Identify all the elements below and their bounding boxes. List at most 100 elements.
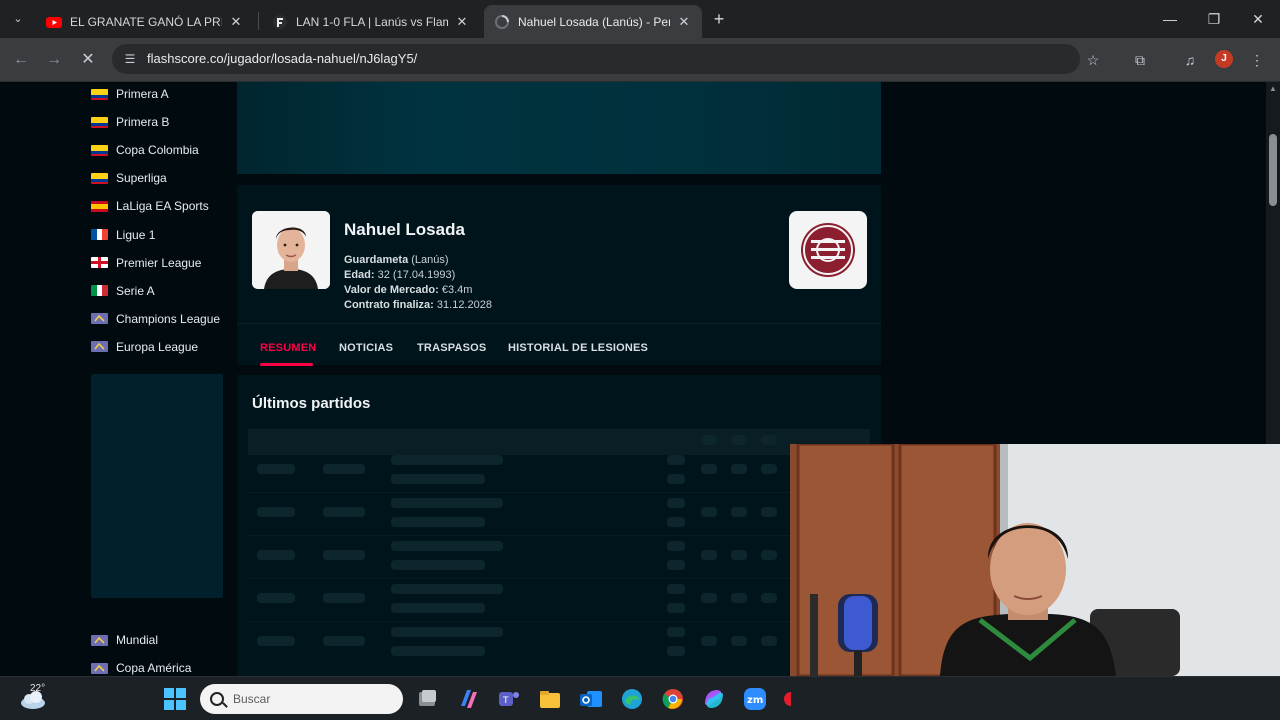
- teams-icon[interactable]: T: [496, 686, 522, 712]
- sidebar-item-primera-a[interactable]: Primera A: [91, 83, 169, 105]
- microsoft-365-icon[interactable]: [701, 686, 727, 712]
- extensions-icon[interactable]: ⧉: [1129, 49, 1151, 71]
- browser-menu-icon[interactable]: ⋮: [1246, 49, 1268, 71]
- skeleton-placeholder: [667, 541, 685, 551]
- browser-tab-player[interactable]: Nahuel Losada (Lanús) - Perfil d ✕: [484, 5, 702, 38]
- scroll-up-arrow-icon[interactable]: ▲: [1269, 84, 1277, 93]
- club-logo[interactable]: [789, 211, 867, 289]
- zoom-icon[interactable]: zm: [742, 686, 768, 712]
- tabs-divider: [237, 323, 881, 324]
- url-text[interactable]: flashscore.co/jugador/losada-nahuel/nJ6l…: [147, 51, 417, 66]
- sidebar-item-copa-colombia[interactable]: Copa Colombia: [91, 139, 199, 161]
- taskbar-search-box[interactable]: Buscar: [200, 684, 403, 714]
- active-tab-underline: [260, 363, 313, 366]
- sidebar-item-label: Europa League: [116, 339, 199, 354]
- outlook-icon[interactable]: [578, 686, 604, 712]
- sidebar-item-label: Mundial: [116, 633, 159, 647]
- tab-traspasos[interactable]: TRASPASOS: [417, 342, 486, 354]
- close-window-icon[interactable]: ✕: [1236, 0, 1280, 38]
- loading-icon: [495, 14, 509, 29]
- minimize-icon[interactable]: —: [1148, 0, 1192, 38]
- forward-icon[interactable]: →: [42, 48, 66, 72]
- sidebar-item-label: LaLiga EA Sports: [116, 199, 209, 214]
- skeleton-placeholder: [391, 560, 485, 570]
- browser-tab-youtube[interactable]: EL GRANATE GANÓ LA PRIMER ✕: [36, 5, 254, 38]
- tab-divider: [258, 12, 259, 30]
- skeleton-placeholder: [323, 464, 365, 474]
- skeleton-placeholder: [731, 593, 747, 603]
- sidebar-item-copa-am-rica[interactable]: Copa América: [91, 657, 191, 676]
- task-view-icon[interactable]: [414, 686, 440, 712]
- restore-icon[interactable]: ❐: [1192, 0, 1236, 38]
- skeleton-placeholder: [667, 455, 685, 465]
- tab-historial-lesiones[interactable]: HISTORIAL DE LESIONES: [508, 342, 648, 354]
- sidebar-item-primera-b[interactable]: Primera B: [91, 111, 169, 133]
- player-header-card: Nahuel Losada Guardameta (Lanús) Edad: 3…: [237, 185, 881, 366]
- skeleton-placeholder: [701, 464, 717, 474]
- profile-avatar[interactable]: J: [1215, 50, 1233, 68]
- sidebar-item-label: Ligue 1: [116, 227, 156, 242]
- row-divider: [248, 621, 870, 622]
- svg-text:T: T: [502, 696, 509, 706]
- copilot-icon[interactable]: [455, 686, 481, 712]
- sidebar-item-serie-a[interactable]: Serie A: [91, 280, 155, 302]
- address-bar[interactable]: ☰ flashscore.co/jugador/losada-nahuel/nJ…: [112, 44, 1080, 74]
- sidebar-item-label: Premier League: [116, 255, 202, 270]
- world-flag-icon: [91, 662, 108, 674]
- skeleton-placeholder: [731, 550, 747, 560]
- sidebar-item-superliga[interactable]: Superliga: [91, 167, 167, 189]
- england-flag-icon: [91, 257, 108, 269]
- skeleton-header-cell: [761, 435, 777, 445]
- tab-search-menu-icon[interactable]: ⌄: [6, 7, 30, 31]
- skeleton-placeholder: [701, 593, 717, 603]
- scrollbar-thumb[interactable]: [1269, 134, 1277, 206]
- browser-toolbar: ← → ✕ ☰ flashscore.co/jugador/losada-nah…: [0, 38, 1280, 82]
- new-tab-icon[interactable]: +: [708, 8, 730, 30]
- webcam-overlay: [790, 444, 1280, 676]
- player-age: Edad: 32 (17.04.1993): [344, 269, 455, 281]
- close-tab-icon[interactable]: ✕: [454, 14, 470, 30]
- age-value: 32 (17.04.1993): [377, 269, 456, 281]
- chrome-icon[interactable]: [660, 686, 686, 712]
- colombia-flag-icon: [91, 144, 108, 156]
- sidebar-item-premier-league[interactable]: Premier League: [91, 252, 201, 274]
- skeleton-placeholder: [323, 636, 365, 646]
- colombia-flag-icon: [91, 88, 108, 100]
- file-explorer-icon[interactable]: [537, 686, 563, 712]
- weather-temperature: 22°: [30, 683, 46, 694]
- position-label: Guardameta: [344, 254, 409, 266]
- player-contract: Contrato finaliza: 31.12.2028: [344, 299, 492, 311]
- partial-app-icon[interactable]: [783, 686, 791, 712]
- close-tab-icon[interactable]: ✕: [676, 14, 692, 30]
- skeleton-placeholder: [761, 636, 777, 646]
- skeleton-placeholder: [667, 603, 685, 613]
- player-position: Guardameta (Lanús): [344, 254, 449, 266]
- tab-noticias[interactable]: NOTICIAS: [339, 342, 393, 354]
- spain-flag-icon: [91, 200, 108, 212]
- skeleton-header-cell: [701, 435, 717, 445]
- player-club[interactable]: (Lanús): [411, 254, 448, 266]
- sidebar-item-europa-league[interactable]: Europa League: [91, 336, 198, 358]
- browser-tab-bar: ⌄ EL GRANATE GANÓ LA PRIMER ✕ LAN 1-0 FL…: [0, 0, 1280, 38]
- sidebar-item-mundial[interactable]: Mundial: [91, 629, 158, 651]
- bookmark-star-icon[interactable]: ☆: [1082, 49, 1104, 71]
- start-windows-icon[interactable]: [162, 686, 188, 712]
- skeleton-placeholder: [701, 636, 717, 646]
- edge-icon[interactable]: [619, 686, 645, 712]
- sidebar-item-ligue-1[interactable]: Ligue 1: [91, 224, 155, 246]
- skeleton-placeholder: [257, 507, 295, 517]
- world-flag-icon: [91, 634, 108, 646]
- back-icon[interactable]: ←: [9, 48, 33, 72]
- site-info-icon[interactable]: ☰: [122, 51, 138, 67]
- skeleton-placeholder: [761, 507, 777, 517]
- contract-value: 31.12.2028: [436, 299, 492, 311]
- close-tab-icon[interactable]: ✕: [228, 14, 244, 30]
- row-divider: [248, 578, 870, 579]
- browser-tab-match[interactable]: LAN 1-0 FLA | Lanús vs Flameng ✕: [262, 5, 480, 38]
- stop-loading-icon[interactable]: ✕: [76, 48, 100, 72]
- sidebar-item-champions-league[interactable]: Champions League: [91, 308, 220, 330]
- skeleton-placeholder: [391, 517, 485, 527]
- media-control-icon[interactable]: ♫: [1179, 49, 1201, 71]
- tab-resumen[interactable]: RESUMEN: [260, 342, 316, 354]
- sidebar-item-laliga-ea-sports[interactable]: LaLiga EA Sports: [91, 195, 209, 217]
